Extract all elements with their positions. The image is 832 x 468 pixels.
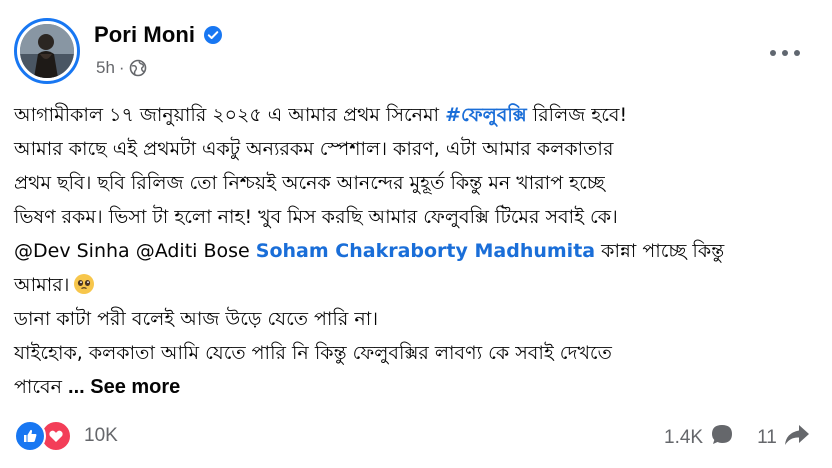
comments-stat[interactable]: 1.4K [664, 422, 735, 454]
author-row: Pori Moni [94, 22, 223, 48]
post-text: আগামীকাল ১৭ জানুয়ারি ২০২৫ এ আমার প্রথম … [14, 98, 822, 404]
dot-icon [782, 50, 788, 56]
shares-stat[interactable]: 11 [757, 422, 811, 454]
dot-icon [794, 50, 800, 56]
engagement-stats: 1.4K 11 [664, 422, 811, 454]
verified-badge-icon [203, 25, 223, 45]
mention-text: @Dev Sinha @Aditi Bose [14, 240, 256, 262]
author-name[interactable]: Pori Moni [94, 22, 195, 48]
share-icon [777, 422, 811, 454]
post-line: আগামীকাল ১৭ জানুয়ারি ২০২৫ এ আমার প্রথম … [14, 98, 822, 132]
post-text-segment: পাবেন [14, 376, 62, 398]
mention-link[interactable]: Soham Chakraborty Madhumita [256, 240, 595, 262]
dot-icon [770, 50, 776, 56]
reactions-summary[interactable]: 10K [14, 420, 118, 452]
post-line: @Dev Sinha @Aditi Bose Soham Chakraborty… [14, 234, 822, 268]
pleading-face-emoji-icon [73, 272, 95, 294]
post-line: যাইহোক, কলকাতা আমি যেতে পারি নি কিন্তু ফ… [14, 342, 612, 364]
post-text-segment: আগামীকাল ১৭ জানুয়ারি ২০২৫ এ আমার প্রথম … [14, 104, 446, 126]
facebook-post: Pori Moni 5h · আগামীকাল ১৭ জানুয়ারি ২০২… [0, 0, 832, 468]
like-reaction-icon [14, 420, 46, 452]
author-avatar[interactable] [14, 18, 80, 84]
post-line: আমার কাছে এই প্রথমটা একটু অন্যরকম স্পেশা… [14, 138, 614, 160]
post-text-segment: রিলিজ হবে! [526, 104, 628, 126]
post-line: আমার। [14, 268, 822, 302]
post-line: পাবেন ... See more [14, 370, 822, 404]
post-meta: 5h · [96, 58, 147, 78]
see-more-link[interactable]: ... See more [68, 376, 180, 398]
post-timestamp[interactable]: 5h [96, 58, 115, 78]
post-text-segment: কান্না পাচ্ছে কিন্তু [595, 240, 725, 262]
hashtag-link[interactable]: #ফেলুবক্সি [445, 104, 527, 126]
post-text-segment: আমার। [14, 274, 70, 296]
post-line: প্রথম ছবি। ছবি রিলিজ তো নিশ্চয়ই অনেক আন… [14, 172, 605, 194]
reaction-count[interactable]: 10K [84, 425, 118, 447]
post-line: ডানা কাটা পরী বলেই আজ উড়ে যেতে পারি না। [14, 308, 379, 330]
more-options-button[interactable] [760, 42, 810, 64]
avatar-photo [20, 24, 74, 78]
comments-count: 1.4K [664, 427, 704, 448]
globe-icon[interactable] [129, 59, 147, 77]
meta-separator: · [118, 58, 125, 77]
post-line: ভিষণ রকম। ভিসা টা হলো নাহ! খুব মিস করছি … [14, 206, 618, 228]
comment-icon [703, 422, 735, 454]
shares-count: 11 [757, 427, 777, 448]
